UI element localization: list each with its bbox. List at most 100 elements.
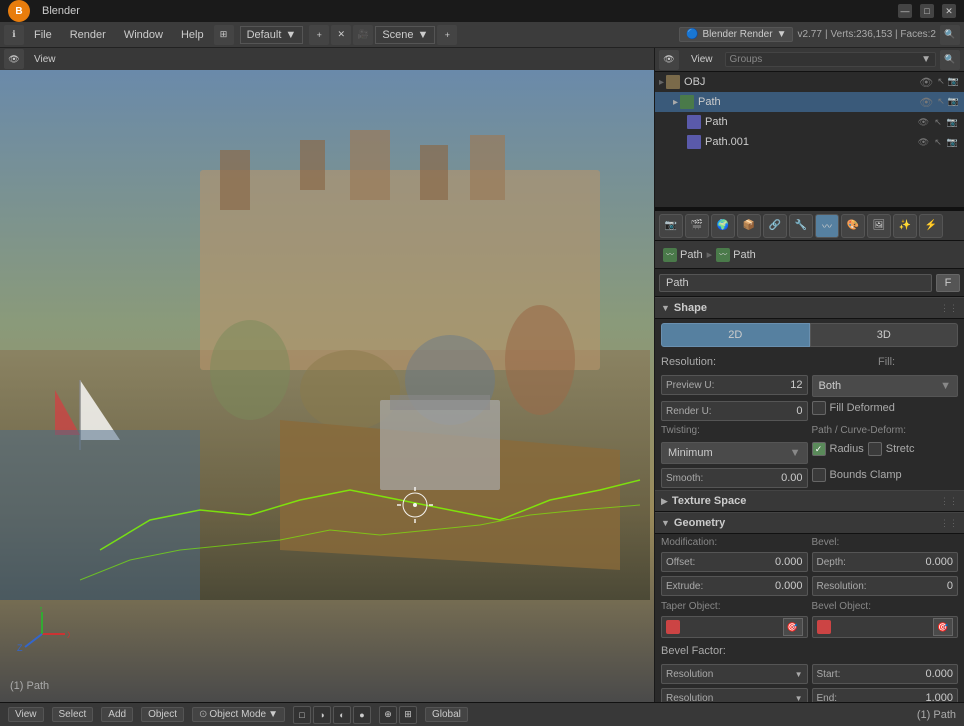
menu-file[interactable]: File [26,27,60,43]
shape-section-header[interactable]: ▼ Shape ⋮⋮ [655,297,964,319]
eye-icon-path[interactable]: 👁 [919,96,933,109]
shape-drag-handle: ⋮⋮ [940,303,958,314]
info-icon[interactable]: ℹ [4,25,24,45]
scene-selector[interactable]: Scene ▼ [375,26,435,44]
depth-field[interactable]: Depth: 0.000 [812,552,959,572]
shading-material-btn[interactable]: ◐ [333,706,351,724]
fill-deformed-checkbox[interactable] [812,401,826,415]
viewport[interactable]: 👁 View User Persp [0,48,654,702]
outliner-path-sub-label: Path [705,116,914,128]
scene-add-icon[interactable]: + [437,25,457,45]
menu-render[interactable]: Render [62,27,114,43]
toggle-2d-button[interactable]: 2D [661,323,810,347]
props-tab-modifiers[interactable]: 🔧 [789,214,813,238]
bounds-clamp-checkbox[interactable] [812,468,826,482]
radius-checkbox[interactable]: ✓ [812,442,826,456]
status-object-btn[interactable]: Object [141,707,184,722]
start-val-field[interactable]: Start: 0.000 [812,664,959,684]
cursor-icon-path[interactable]: ↖ [937,96,945,109]
taper-pick-btn[interactable]: 🎯 [783,618,803,636]
layout-icon[interactable]: ⊞ [214,25,234,45]
stretch-checkbox[interactable] [868,442,882,456]
props-tab-material[interactable]: 🎨 [841,214,865,238]
props-tab-constraints[interactable]: 🔗 [763,214,787,238]
mode-selector[interactable]: ⊙ Object Mode ▼ [192,707,285,722]
outliner-row-path[interactable]: ▸ Path 👁 ↖ 📷 [655,92,964,112]
twisting-dropdown[interactable]: Minimum ▼ [661,442,808,464]
render-icon-path001[interactable]: 📷 [945,137,960,148]
props-tab-texture[interactable]: 🖼 [867,214,891,238]
cursor-icon-obj[interactable]: ↖ [937,76,945,89]
render-u-field[interactable]: Render U: 0 [661,401,808,421]
viewport-view-menu[interactable]: View [26,52,64,67]
eye-icon-path2[interactable]: 👁 [916,117,931,128]
maximize-button[interactable]: □ [920,4,934,18]
status-add-btn[interactable]: Add [101,707,133,722]
outliner-search-field[interactable]: Groups ▼ [725,52,937,67]
cam-icon[interactable]: 🎥 [353,25,373,45]
outliner-row-path-data[interactable]: Path 👁 ↖ 📷 [655,112,964,132]
props-tab-physics[interactable]: ⚡ [919,214,943,238]
render-icon-obj[interactable]: 📷 [948,76,959,89]
add-workspace-icon[interactable]: + [309,25,329,45]
outliner-row-path001[interactable]: Path.001 👁 ↖ 📷 [655,132,964,152]
viewport-view-icon[interactable]: 👁 [4,49,24,69]
renderer-selector[interactable]: 🔵 Blender Render ▼ [679,27,793,42]
end-res-field[interactable]: Resolution ▼ [661,688,808,702]
outliner-search-icon[interactable]: 🔍 [940,50,960,70]
props-tab-render[interactable]: 📷 [659,214,683,238]
texture-space-header[interactable]: ▶ Texture Space ⋮⋮ [655,490,964,512]
smooth-field[interactable]: Smooth: 0.00 [661,468,808,488]
preview-u-field[interactable]: Preview U: 12 [661,375,808,395]
props-tab-object[interactable]: 📦 [737,214,761,238]
offset-field[interactable]: Offset: 0.000 [661,552,808,572]
bevel-object-picker[interactable]: 🎯 [812,616,959,638]
menu-window[interactable]: Window [116,27,171,43]
close-button[interactable]: ✕ [942,4,956,18]
minimize-button[interactable]: — [898,4,912,18]
close-workspace-icon[interactable]: ✕ [331,25,351,45]
outliner-row-obj[interactable]: ▸ OBJ 👁 ↖ 📷 [655,72,964,92]
fake-user-button[interactable]: F [936,274,960,292]
stretch-item: Stretc [868,442,915,456]
shading-solid-btn[interactable]: ◑ [313,706,331,724]
manipulator-btn[interactable]: ⊞ [399,706,417,724]
start-res-field[interactable]: Resolution ▼ [661,664,808,684]
name-field[interactable] [659,274,932,292]
eye-icon-obj[interactable]: 👁 [919,76,933,89]
eye-icon-path001[interactable]: 👁 [916,137,931,148]
shading-wire-btn[interactable]: □ [293,706,311,724]
outliner-view-icon[interactable]: 👁 [659,50,679,70]
props-tab-particles[interactable]: ✨ [893,214,917,238]
bevel-factor-label: Bevel Factor: [661,645,741,657]
taper-label-col: Taper Object: [661,600,808,612]
shading-render-btn[interactable]: ● [353,706,371,724]
render-icon-path[interactable]: 📷 [948,96,959,109]
bevel-pick-btn[interactable]: 🎯 [933,618,953,636]
props-tab-world[interactable]: 🌍 [711,214,735,238]
status-select-btn[interactable]: Select [52,707,94,722]
render-search-icon[interactable]: 🔍 [940,25,960,45]
render-icon-path2[interactable]: 📷 [945,117,960,128]
extrude-field[interactable]: Extrude: 0.000 [661,576,808,596]
breadcrumb-sep: ▸ [707,248,713,261]
outliner-view-btn[interactable]: View [683,52,721,67]
props-tab-scene[interactable]: 🎬 [685,214,709,238]
end-val-field[interactable]: End: 1.000 [812,688,959,702]
menu-help[interactable]: Help [173,27,212,43]
toggle-3d-button[interactable]: 3D [810,323,959,347]
bevel-res-field[interactable]: Resolution: 0 [812,576,959,596]
props-tab-data[interactable]: 〰 [815,214,839,238]
cursor-icon-path2[interactable]: ↖ [932,117,944,128]
breadcrumb-path2[interactable]: 〰 Path [716,248,756,262]
breadcrumb-path1[interactable]: 〰 Path [663,248,703,262]
status-view-btn[interactable]: View [8,707,44,722]
global-selector[interactable]: Global [425,707,468,722]
geometry-section-header[interactable]: ▼ Geometry ⋮⋮ [655,512,964,534]
cursor-icon-path001[interactable]: ↖ [932,137,944,148]
fill-dropdown[interactable]: Both ▼ [812,375,959,397]
workspace-selector[interactable]: Default ▼ [240,26,304,44]
taper-object-picker[interactable]: 🎯 [661,616,808,638]
blender-logo: B [8,0,30,22]
transform-btn[interactable]: ⊕ [379,706,397,724]
